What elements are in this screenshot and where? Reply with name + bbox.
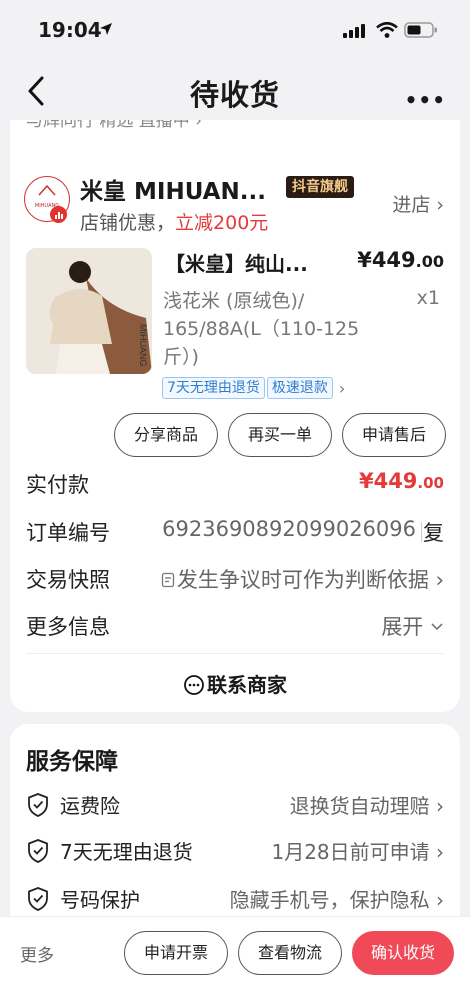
- more-options-icon[interactable]: •••: [405, 88, 446, 112]
- battery-icon: [404, 22, 437, 38]
- order-card: 与辉同行 精选 直播中 › MIHUANG 米皇 MIHUAN... 抖音旗舰 …: [10, 120, 460, 712]
- more-info-expand[interactable]: 展开: [381, 611, 444, 641]
- shop-logo[interactable]: MIHUANG: [24, 176, 70, 223]
- shop-promo-prefix: 店铺优惠，: [80, 212, 176, 234]
- service-item-shipping-insurance[interactable]: 运费险 退换货自动理赔 ›: [26, 790, 444, 820]
- nav-bar: 待收货 •••: [0, 58, 470, 124]
- snapshot-label: 交易快照: [26, 568, 110, 592]
- product-tags[interactable]: 7天无理由退货 极速退款 ›: [162, 376, 345, 400]
- paid-amount-decimal: .00: [417, 474, 444, 492]
- apply-invoice-button[interactable]: 申请开票: [124, 931, 228, 975]
- shield-check-icon: [28, 839, 48, 863]
- document-icon: [161, 572, 175, 588]
- paid-amount-main: ¥449: [358, 469, 418, 493]
- share-product-button[interactable]: 分享商品: [114, 413, 218, 457]
- flagship-badge: 抖音旗舰: [286, 176, 354, 198]
- service-item-value: 退换货自动理赔 ›: [289, 794, 444, 818]
- chevron-right-icon: ›: [338, 378, 346, 398]
- more-info-value: 展开: [381, 615, 424, 639]
- shop-promo: 店铺优惠，立减200元: [80, 208, 268, 235]
- live-source-row[interactable]: 与辉同行 精选 直播中 ›: [26, 120, 202, 132]
- copy-order-number-button[interactable]: 复: [423, 517, 444, 547]
- shop-name[interactable]: 米皇 MIHUAN...: [80, 172, 266, 206]
- product-photo-icon: MIHUANG: [26, 248, 152, 374]
- product-title[interactable]: 【米皇】纯山...: [165, 248, 308, 277]
- shield-check-icon: [28, 793, 48, 817]
- snapshot-value: 发生争议时可作为判断依据 ›: [176, 568, 444, 592]
- more-info-label: 更多信息: [26, 615, 110, 639]
- shop-live-badge-icon: [50, 206, 67, 223]
- product-spec: 浅花米 (原绒色)/ 165/88A(L（110-125斤）): [163, 290, 360, 368]
- product-price: ¥449.00: [357, 248, 444, 272]
- product-price-decimal: .00: [415, 252, 444, 271]
- bottom-more-button[interactable]: 更多: [20, 941, 54, 966]
- service-item-number-protection[interactable]: 号码保护 隐藏手机号，保护隐私 ›: [26, 884, 444, 914]
- order-number-value: 6923690892099026096: [162, 517, 416, 541]
- contact-merchant-label: 联系商家: [207, 673, 287, 697]
- shield-check-icon: [28, 887, 48, 911]
- product-price-main: ¥449: [357, 248, 416, 272]
- location-arrow-icon: [100, 23, 112, 35]
- enter-shop-link[interactable]: 进店 ›: [392, 190, 444, 217]
- service-item-label: 运费险: [60, 794, 120, 818]
- order-number-label: 订单编号: [26, 521, 110, 545]
- product-quantity: x1: [416, 287, 440, 309]
- product-image[interactable]: MIHUANG: [26, 248, 152, 374]
- after-sales-button[interactable]: 申请售后: [342, 413, 446, 457]
- shop-promo-value: 立减200元: [175, 212, 269, 234]
- paid-amount-value: ¥449.00: [359, 469, 444, 493]
- confirm-receipt-button[interactable]: 确认收货: [352, 931, 454, 975]
- tag-fast-refund: 极速退款: [266, 377, 333, 399]
- svg-text:MIHUANG: MIHUANG: [138, 324, 148, 367]
- status-bar: 19:04: [0, 0, 470, 58]
- paid-amount-label: 实付款: [26, 473, 89, 497]
- service-title: 服务保障: [26, 749, 118, 775]
- view-logistics-button[interactable]: 查看物流: [238, 931, 342, 975]
- bottom-action-bar: 更多 申请开票 查看物流 确认收货: [0, 916, 470, 1000]
- snapshot-link[interactable]: 发生争议时可作为判断依据 ›: [161, 564, 444, 594]
- chevron-down-icon: [431, 623, 443, 631]
- cellular-signal-icon: [343, 24, 365, 38]
- tag-7day-return: 7天无理由退货: [162, 377, 265, 399]
- buy-again-button[interactable]: 再买一单: [228, 413, 332, 457]
- copy-divider: [421, 522, 422, 542]
- page-title: 待收货: [189, 78, 280, 112]
- service-item-value: 1月28日前可申请 ›: [271, 840, 444, 864]
- service-item-value: 隐藏手机号，保护隐私 ›: [229, 888, 444, 912]
- service-item-label: 7天无理由退货: [60, 840, 193, 864]
- chat-icon: [184, 675, 204, 695]
- status-time: 19:04: [38, 18, 102, 42]
- service-item-7day-return[interactable]: 7天无理由退货 1月28日前可申请 ›: [26, 836, 444, 866]
- service-item-label: 号码保护: [60, 888, 140, 912]
- divider: [26, 653, 444, 654]
- wifi-icon: [376, 22, 398, 38]
- contact-merchant-button[interactable]: 联系商家: [10, 669, 460, 698]
